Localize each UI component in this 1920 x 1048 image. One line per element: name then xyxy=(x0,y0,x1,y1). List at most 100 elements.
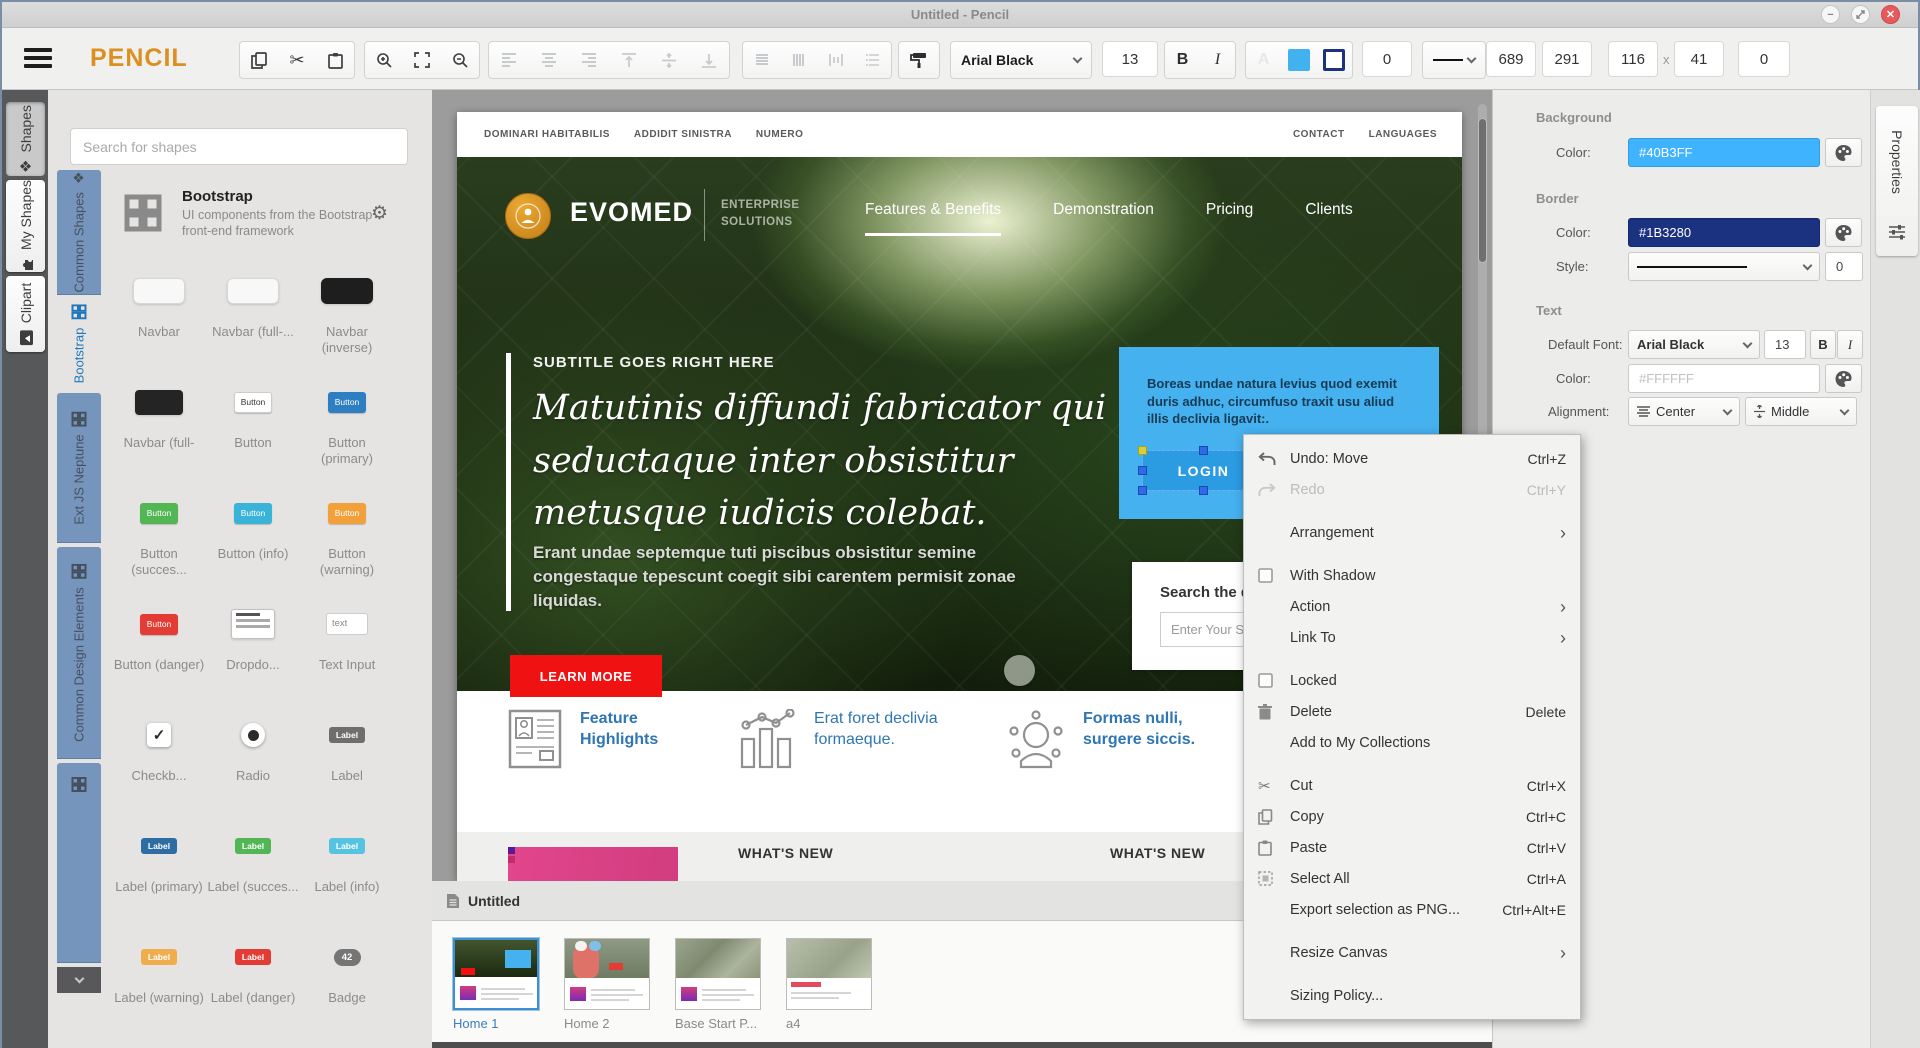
maximize-button[interactable] xyxy=(1851,5,1870,24)
page-label[interactable]: Base Start P... xyxy=(675,1016,757,1031)
align-right-button[interactable] xyxy=(569,42,609,78)
collection-tab-common-shapes[interactable]: Common Shapes❖ xyxy=(57,170,101,295)
align-left-button[interactable] xyxy=(489,42,529,78)
default-font-select[interactable]: Arial Black xyxy=(1628,330,1760,359)
border-width-input[interactable]: 0 xyxy=(1825,252,1863,281)
bold-button[interactable]: B xyxy=(1165,42,1200,78)
width-input[interactable] xyxy=(1608,41,1658,77)
search-input[interactable] xyxy=(70,128,408,165)
mockup-nav-item[interactable]: Demonstration xyxy=(1053,201,1154,236)
same-width-button[interactable] xyxy=(780,42,817,78)
collection-tab-common-design-elements[interactable]: Common Design Elements xyxy=(57,547,101,759)
collection-settings-button[interactable]: ⚙ xyxy=(371,202,388,225)
align-center-button[interactable] xyxy=(529,42,569,78)
page-thumbnail-base-start[interactable] xyxy=(675,938,761,1010)
menu-item-copy[interactable]: Copy Ctrl+C xyxy=(1244,801,1580,832)
distribute-vertical-button[interactable] xyxy=(854,42,891,78)
sidebar-tab-clipart[interactable]: Clipart xyxy=(6,276,45,352)
paste-button[interactable] xyxy=(316,42,354,78)
zoom-out-button[interactable] xyxy=(441,42,479,78)
shape-item-dropdown[interactable]: Dropdo... xyxy=(206,591,300,702)
page-label[interactable]: a4 xyxy=(786,1016,800,1031)
menu-item-cut[interactable]: ✂ Cut Ctrl+X xyxy=(1244,770,1580,801)
menu-item-redo[interactable]: Redo Ctrl+Y xyxy=(1244,474,1580,505)
stroke-color-button[interactable] xyxy=(1317,42,1352,78)
text-italic-button[interactable]: I xyxy=(1837,330,1863,359)
shape-item-navbar-inverse[interactable]: Navbar (inverse) xyxy=(300,258,394,369)
page-thumbnail-a4[interactable] xyxy=(786,938,872,1010)
text-bold-button[interactable]: B xyxy=(1810,330,1836,359)
font-family-select[interactable]: Arial Black xyxy=(950,41,1092,79)
shape-item-button[interactable]: ButtonButton xyxy=(206,369,300,480)
italic-button[interactable]: I xyxy=(1200,42,1235,78)
copy-button[interactable] xyxy=(240,42,278,78)
shape-item-navbar-full[interactable]: Navbar (full-... xyxy=(206,258,300,369)
format-painter-button[interactable] xyxy=(899,42,937,78)
pos-x-input[interactable] xyxy=(1486,41,1536,77)
align-top-button[interactable] xyxy=(609,42,649,78)
font-size-input[interactable] xyxy=(1102,41,1158,77)
shape-item-label-info[interactable]: LabelLabel (info) xyxy=(300,813,394,924)
shape-item-text-input[interactable]: textText Input xyxy=(300,591,394,702)
mockup-topbar-link[interactable]: DOMINARI HABITABILIS xyxy=(484,129,610,140)
mockup-topbar-link[interactable]: LANGUAGES xyxy=(1369,129,1437,140)
shape-item-navbar-full-inverse[interactable]: Navbar (full- xyxy=(112,369,206,480)
menu-item-add-to-my-collections[interactable]: Add to My Collections xyxy=(1244,727,1580,758)
menu-button[interactable] xyxy=(24,48,52,72)
menu-item-arrangement[interactable]: Arrangement › xyxy=(1244,517,1580,548)
shape-item-label-primary[interactable]: LabelLabel (primary) xyxy=(112,813,206,924)
menu-item-link-to[interactable]: Link To › xyxy=(1244,622,1580,653)
rotation-input[interactable] xyxy=(1738,41,1790,77)
distribute-horizontal-button[interactable] xyxy=(817,42,854,78)
menu-item-resize-canvas[interactable]: Resize Canvas › xyxy=(1244,937,1580,968)
collection-tab-bootstrap[interactable]: Bootstrap xyxy=(57,299,101,389)
background-color-picker-button[interactable] xyxy=(1825,138,1862,167)
selection-handle-bottom[interactable] xyxy=(1199,486,1208,495)
border-color-picker-button[interactable] xyxy=(1825,218,1862,247)
mockup-nav-item[interactable]: Pricing xyxy=(1206,201,1253,236)
pos-y-input[interactable] xyxy=(1542,41,1592,77)
page-label[interactable]: Home 2 xyxy=(564,1016,610,1031)
shape-item-label[interactable]: LabelLabel xyxy=(300,702,394,813)
mockup-nav-item[interactable]: Clients xyxy=(1305,201,1352,236)
shape-item-button-primary[interactable]: ButtonButton (primary) xyxy=(300,369,394,480)
menu-item-select-all[interactable]: Select All Ctrl+A xyxy=(1244,863,1580,894)
align-middle-button[interactable] xyxy=(649,42,689,78)
collection-tab-ext-js-neptune[interactable]: Ext JS Neptune xyxy=(57,393,101,543)
menu-item-action[interactable]: Action › xyxy=(1244,591,1580,622)
sidebar-tab-my-shapes[interactable]: My Shapes xyxy=(6,180,45,272)
page-thumbnail-home-1[interactable] xyxy=(453,938,539,1010)
shape-item-label-danger[interactable]: LabelLabel (danger) xyxy=(206,924,300,1035)
height-input[interactable] xyxy=(1674,41,1724,77)
mockup-nav-item[interactable]: Features & Benefits xyxy=(865,201,1001,236)
menu-item-sizing-policy[interactable]: Sizing Policy... xyxy=(1244,980,1580,1011)
selection-handle-bottom-left[interactable] xyxy=(1138,486,1147,495)
font-size-input[interactable]: 13 xyxy=(1764,330,1806,359)
shape-item-button-warning[interactable]: ButtonButton (warning) xyxy=(300,480,394,591)
selection-handle-top-left[interactable] xyxy=(1138,446,1147,455)
page-label[interactable]: Home 1 xyxy=(453,1016,499,1031)
border-style-select[interactable] xyxy=(1628,252,1820,281)
border-color-input[interactable]: #1B3280 xyxy=(1628,218,1820,247)
menu-item-undo[interactable]: Undo: Move Ctrl+Z xyxy=(1244,443,1580,474)
page-thumbnail-home-2[interactable] xyxy=(564,938,650,1010)
mockup-topbar-link[interactable]: ADDIDIT SINISTRA xyxy=(634,129,732,140)
align-bottom-button[interactable] xyxy=(689,42,729,78)
shape-item-button-info[interactable]: ButtonButton (info) xyxy=(206,480,300,591)
zoom-fit-button[interactable] xyxy=(403,42,441,78)
halign-select[interactable]: Center xyxy=(1628,397,1740,426)
shape-item-navbar[interactable]: Navbar xyxy=(112,258,206,369)
shape-item-button-success[interactable]: ButtonButton (succes... xyxy=(112,480,206,591)
text-color-input[interactable]: #FFFFFF xyxy=(1628,364,1820,393)
menu-item-with-shadow[interactable]: With Shadow xyxy=(1244,560,1580,591)
collections-scroll-down-button[interactable] xyxy=(57,967,101,993)
shape-item-label-warning[interactable]: LabelLabel (warning) xyxy=(112,924,206,1035)
background-color-input[interactable]: #40B3FF xyxy=(1628,138,1820,167)
shape-item-checkbox[interactable]: ✓Checkb... xyxy=(112,702,206,813)
learn-more-button[interactable]: LEARN MORE xyxy=(510,655,662,697)
shape-item-radio[interactable]: Radio xyxy=(206,702,300,813)
same-height-button[interactable] xyxy=(743,42,780,78)
menu-item-locked[interactable]: Locked xyxy=(1244,665,1580,696)
fill-color-button[interactable] xyxy=(1281,42,1316,78)
border-width-input[interactable] xyxy=(1362,41,1412,77)
